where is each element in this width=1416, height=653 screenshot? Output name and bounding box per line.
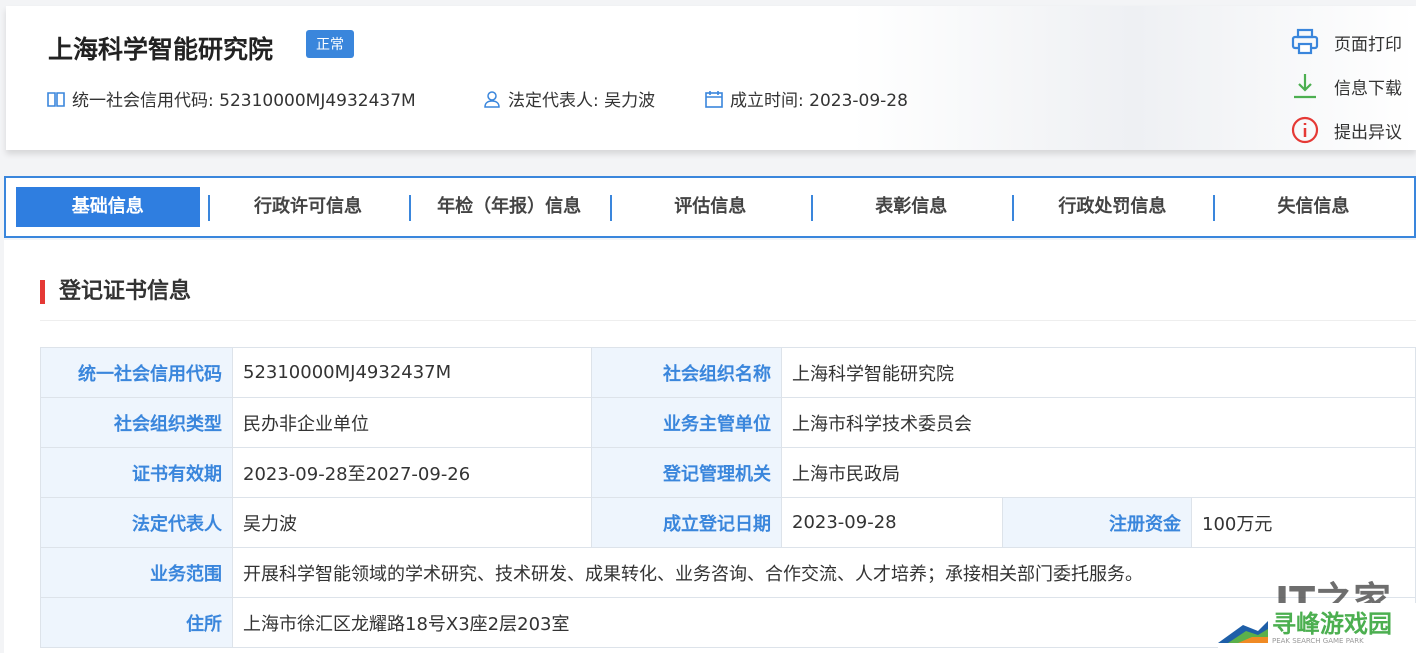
label: 证书有效期 — [40, 447, 233, 498]
label: 统一社会信用代码 — [40, 347, 233, 398]
tab-annual-report[interactable]: 年检（年报）信息 — [408, 187, 610, 227]
table-row: 业务范围 开展科学智能领域的学术研究、技术研发、成果转化、业务咨询、合作交流、人才… — [40, 547, 1416, 598]
label: 住所 — [40, 597, 233, 648]
label: 成立登记日期 — [591, 497, 782, 548]
printer-icon — [1291, 28, 1319, 55]
org-header: 上海科学智能研究院 正常 统一社会信用代码: 52310000MJ4932437… — [6, 6, 1416, 150]
download-icon — [1294, 74, 1316, 99]
user-icon — [484, 90, 500, 108]
table-row: 法定代表人 吴力波 成立登记日期 2023-09-28 注册资金 100万元 — [40, 497, 1416, 548]
section-title: 登记证书信息 — [40, 280, 191, 304]
print-button[interactable]: 页面打印 — [1290, 20, 1402, 64]
value: 52310000MJ4932437M — [232, 347, 592, 398]
objection-label: 提出异议 — [1334, 122, 1402, 143]
value: 开展科学智能领域的学术研究、技术研发、成果转化、业务咨询、合作交流、人才培养；承… — [232, 547, 1416, 598]
peak-name: 寻峰游戏园 — [1272, 610, 1392, 638]
tab-evaluation[interactable]: 评估信息 — [609, 187, 811, 227]
label: 业务主管单位 — [591, 397, 782, 448]
content-panel: 登记证书信息 统一社会信用代码 52310000MJ4932437M 社会组织名称上… — [4, 240, 1416, 653]
objection-button[interactable]: 提出异议 — [1290, 108, 1402, 152]
tab-admin-penalty[interactable]: 行政处罚信息 — [1011, 187, 1213, 227]
registration-table: 统一社会信用代码 52310000MJ4932437M 社会组织名称 上海科学智能研究… — [40, 347, 1416, 648]
mountain-logo-icon — [1218, 621, 1268, 643]
founded-text: 成立时间: 2023-09-28 — [730, 91, 908, 111]
download-label: 信息下载 — [1334, 78, 1402, 99]
tab-commendation[interactable]: 表彰信息 — [810, 187, 1012, 227]
peak-watermark: 寻峰游戏园 PEAK SEARCH GAME PARK — [1218, 603, 1416, 653]
value: 民办非企业单位 — [232, 397, 592, 448]
table-row: 证书有效期 2023-09-28至2027-09-26 登记管理机关 上海市民政局 — [40, 447, 1416, 498]
label: 法定代表人 — [40, 497, 233, 548]
download-button[interactable]: 信息下载 — [1290, 64, 1402, 108]
value: 上海科学智能研究院 — [781, 347, 1416, 398]
label: 社会组织类型 — [40, 397, 233, 448]
legal-rep-meta: 法定代表人: 吴力波 — [482, 86, 655, 111]
calendar-icon — [705, 90, 723, 108]
tab-basic-info[interactable]: 基础信息 — [16, 187, 200, 227]
value: 100万元 — [1191, 497, 1416, 548]
label: 登记管理机关 — [591, 447, 782, 498]
org-title: 上海科学智能研究院 — [48, 35, 274, 64]
book-icon — [47, 91, 65, 107]
credit-code-meta: 统一社会信用代码: 52310000MJ4932437M — [46, 86, 416, 111]
peak-name-en: PEAK SEARCH GAME PARK — [1272, 637, 1364, 645]
label: 注册资金 — [1002, 497, 1192, 548]
table-row: 社会组织类型 民办非企业单位 业务主管单位 上海市科学技术委员会 — [40, 397, 1416, 448]
info-icon — [1291, 116, 1319, 144]
value: 2023-09-28至2027-09-26 — [232, 447, 592, 498]
legal-rep-text: 法定代表人: 吴力波 — [508, 91, 656, 111]
tab-bar: 基础信息 行政许可信息 年检（年报）信息 评估信息 表彰信息 行政处罚信息 失信… — [4, 176, 1416, 238]
divider — [40, 320, 1416, 321]
label: 业务范围 — [40, 547, 233, 598]
value: 吴力波 — [232, 497, 592, 548]
table-row: 统一社会信用代码 52310000MJ4932437M 社会组织名称 上海科学智能研究… — [40, 347, 1416, 398]
credit-code-text: 统一社会信用代码: 52310000MJ4932437M — [72, 91, 416, 111]
founded-meta: 成立时间: 2023-09-28 — [704, 86, 908, 111]
label: 社会组织名称 — [591, 347, 782, 398]
tab-admin-license[interactable]: 行政许可信息 — [207, 187, 409, 227]
tab-dishonesty[interactable]: 失信信息 — [1212, 187, 1414, 227]
table-row: 住所 上海市徐汇区龙耀路18号X3座2层203室 — [40, 597, 1416, 648]
value: 上海市科学技术委员会 — [781, 397, 1416, 448]
status-badge: 正常 — [306, 30, 354, 58]
value: 2023-09-28 — [781, 497, 1003, 548]
value: 上海市民政局 — [781, 447, 1416, 498]
print-label: 页面打印 — [1334, 34, 1402, 55]
